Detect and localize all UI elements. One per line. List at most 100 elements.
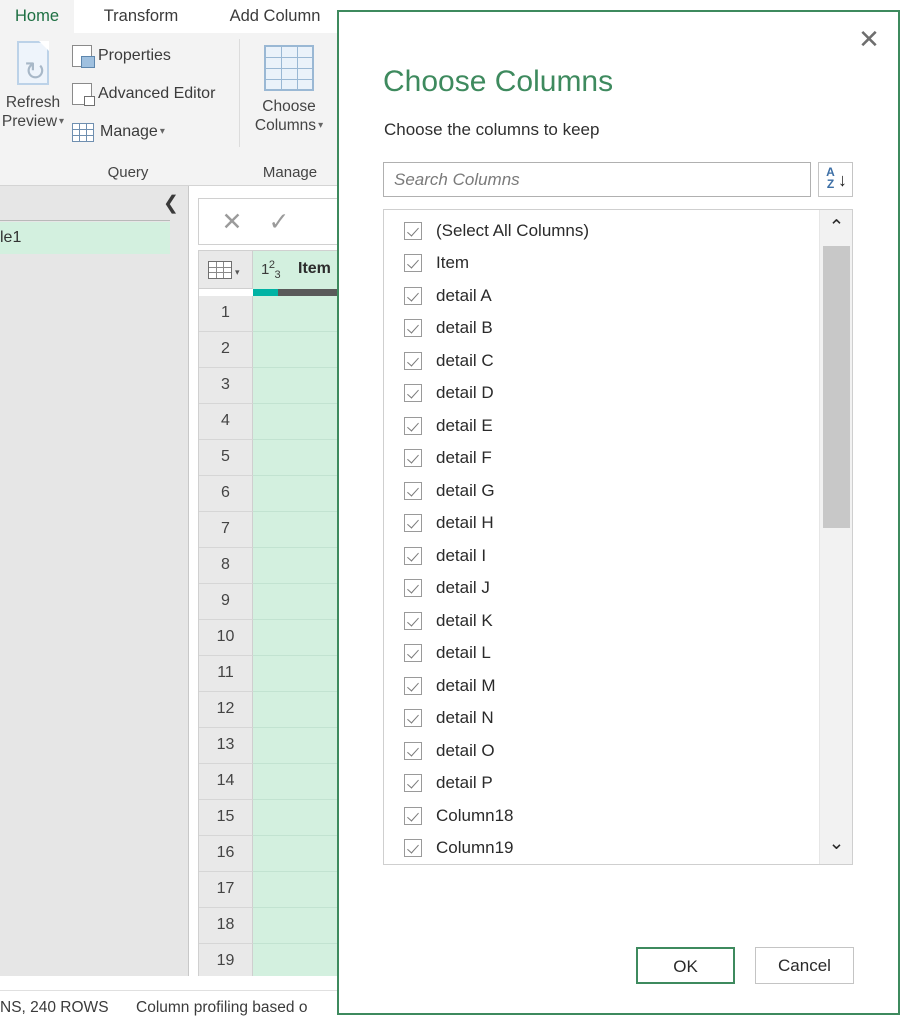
grid-cell[interactable]	[253, 728, 338, 764]
grid-cell[interactable]	[253, 656, 338, 692]
grid-cell[interactable]	[253, 512, 338, 548]
column-checkbox[interactable]	[404, 612, 422, 630]
column-checkbox[interactable]	[404, 222, 422, 240]
grid-select-all-corner[interactable]: ▾	[199, 251, 253, 289]
row-number[interactable]: 1	[199, 296, 253, 332]
column-list-item[interactable]: detail N	[384, 703, 814, 736]
columns-list-scrollbar[interactable]: ⌃ ⌄	[819, 210, 852, 864]
column-list-item[interactable]: detail I	[384, 540, 814, 573]
row-number[interactable]: 3	[199, 368, 253, 404]
grid-cell[interactable]	[253, 908, 338, 944]
grid-cell[interactable]	[253, 440, 338, 476]
grid-cell[interactable]	[253, 332, 338, 368]
row-number[interactable]: 15	[199, 800, 253, 836]
grid-cell[interactable]	[253, 548, 338, 584]
column-checkbox[interactable]	[404, 839, 422, 857]
column-checkbox[interactable]	[404, 709, 422, 727]
chevron-down-icon[interactable]: ▾	[59, 112, 64, 131]
grid-cell[interactable]	[253, 692, 338, 728]
column-checkbox[interactable]	[404, 742, 422, 760]
row-number[interactable]: 2	[199, 332, 253, 368]
refresh-preview-button[interactable]: ↻ Refresh Preview▾	[0, 37, 66, 149]
row-number[interactable]: 18	[199, 908, 253, 944]
row-number[interactable]: 7	[199, 512, 253, 548]
ok-button[interactable]: OK	[636, 947, 735, 984]
tab-add-column[interactable]: Add Column	[208, 0, 342, 33]
column-list-item[interactable]: detail P	[384, 768, 814, 801]
row-number[interactable]: 13	[199, 728, 253, 764]
close-icon[interactable]: ✕	[852, 22, 886, 56]
row-number[interactable]: 5	[199, 440, 253, 476]
scroll-down-chevron-icon[interactable]: ⌄	[820, 828, 853, 860]
manage-button[interactable]: Manage▾	[72, 117, 165, 147]
column-list-item[interactable]: detail M	[384, 670, 814, 703]
formula-cancel-icon[interactable]: ✕	[217, 207, 247, 237]
tab-home[interactable]: Home	[0, 0, 74, 33]
chevron-down-icon[interactable]: ▾	[160, 117, 165, 147]
column-list-item[interactable]: detail G	[384, 475, 814, 508]
column-checkbox[interactable]	[404, 352, 422, 370]
column-checkbox[interactable]	[404, 807, 422, 825]
column-list-item[interactable]: detail C	[384, 345, 814, 378]
column-list-item[interactable]: detail A	[384, 280, 814, 313]
chevron-down-icon[interactable]: ▾	[318, 116, 323, 135]
advanced-editor-button[interactable]: Advanced Editor	[72, 79, 215, 109]
row-number[interactable]: 11	[199, 656, 253, 692]
column-list-item[interactable]: Column19	[384, 833, 814, 866]
chevron-down-icon[interactable]: ▾	[235, 267, 240, 278]
row-number[interactable]: 17	[199, 872, 253, 908]
row-number[interactable]: 14	[199, 764, 253, 800]
row-number[interactable]: 10	[199, 620, 253, 656]
properties-button[interactable]: Properties	[72, 41, 171, 71]
column-list-item[interactable]: detail E	[384, 410, 814, 443]
column-list-item[interactable]: Item	[384, 248, 814, 281]
column-checkbox[interactable]	[404, 319, 422, 337]
scrollbar-thumb[interactable]	[823, 246, 850, 528]
grid-cell[interactable]	[253, 476, 338, 512]
formula-accept-check-icon[interactable]: ✓	[264, 207, 294, 237]
choose-columns-button[interactable]: Choose Columns▾	[244, 37, 334, 149]
column-checkbox[interactable]	[404, 287, 422, 305]
column-checkbox[interactable]	[404, 449, 422, 467]
column-checkbox[interactable]	[404, 254, 422, 272]
grid-cell[interactable]	[253, 620, 338, 656]
column-checkbox[interactable]	[404, 579, 422, 597]
column-list-item[interactable]: detail K	[384, 605, 814, 638]
column-list-item[interactable]: detail H	[384, 508, 814, 541]
column-list-item[interactable]: detail F	[384, 443, 814, 476]
collapse-queries-pane-icon[interactable]: ❮	[162, 194, 180, 214]
grid-cell[interactable]	[253, 800, 338, 836]
grid-cell[interactable]	[253, 404, 338, 440]
status-column-profiling[interactable]: Column profiling based o	[136, 999, 307, 1017]
cancel-button[interactable]: Cancel	[755, 947, 854, 984]
grid-cell[interactable]	[253, 764, 338, 800]
column-list-item[interactable]: detail J	[384, 573, 814, 606]
row-number[interactable]: 6	[199, 476, 253, 512]
column-list-item[interactable]: detail O	[384, 735, 814, 768]
column-checkbox[interactable]	[404, 644, 422, 662]
column-checkbox[interactable]	[404, 774, 422, 792]
column-checkbox[interactable]	[404, 384, 422, 402]
column-list-item[interactable]: (Select All Columns)	[384, 215, 814, 248]
row-number[interactable]: 9	[199, 584, 253, 620]
column-list-item[interactable]: detail B	[384, 313, 814, 346]
scroll-up-chevron-icon[interactable]: ⌃	[820, 212, 853, 244]
tab-transform[interactable]: Transform	[74, 0, 208, 33]
row-number[interactable]: 4	[199, 404, 253, 440]
column-list-item[interactable]: detail L	[384, 638, 814, 671]
grid-cell[interactable]	[253, 584, 338, 620]
column-checkbox[interactable]	[404, 547, 422, 565]
column-header-item[interactable]: 123 Item	[253, 251, 338, 289]
column-checkbox[interactable]	[404, 514, 422, 532]
row-number[interactable]: 12	[199, 692, 253, 728]
column-checkbox[interactable]	[404, 417, 422, 435]
column-list-item[interactable]: detail D	[384, 378, 814, 411]
row-number[interactable]: 19	[199, 944, 253, 976]
query-list-item[interactable]: le1	[0, 222, 170, 254]
grid-cell[interactable]	[253, 368, 338, 404]
search-columns-input[interactable]	[383, 162, 811, 197]
column-checkbox[interactable]	[404, 677, 422, 695]
column-checkbox[interactable]	[404, 482, 422, 500]
column-list-item[interactable]: Column18	[384, 800, 814, 833]
grid-cell[interactable]	[253, 296, 338, 332]
